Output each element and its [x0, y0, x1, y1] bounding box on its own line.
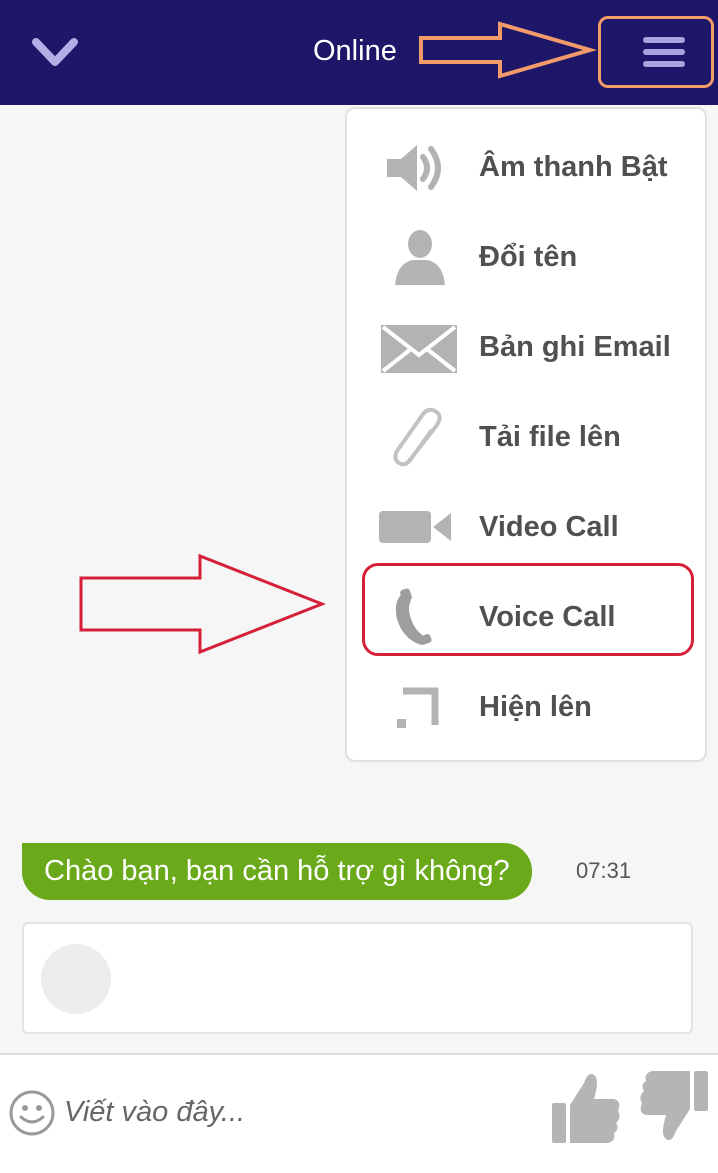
status-title: Online: [313, 35, 397, 67]
menu-item-email-transcript[interactable]: Bản ghi Email: [347, 307, 705, 387]
chevron-down-icon: [32, 38, 78, 66]
smiley-icon: [9, 1090, 55, 1136]
user-icon: [395, 230, 445, 285]
menu-item-label: Đổi tên: [479, 241, 578, 273]
envelope-icon: [381, 325, 457, 373]
popout-icon: [397, 687, 439, 728]
options-menu: Âm thanh Bật Đổi tên Bản ghi Email Tải f…: [345, 107, 707, 762]
menu-item-label: Bản ghi Email: [479, 331, 671, 363]
menu-item-popout[interactable]: Hiện lên: [347, 667, 705, 747]
menu-item-video-call[interactable]: Video Call: [347, 487, 705, 567]
chat-header: Online: [0, 0, 718, 105]
menu-item-label: Âm thanh Bật: [479, 151, 668, 183]
menu-button[interactable]: [598, 16, 714, 88]
hamburger-bar: [643, 61, 685, 67]
menu-item-label: Tải file lên: [479, 421, 621, 453]
video-camera-icon: [379, 511, 451, 543]
menu-item-upload-file[interactable]: Tải file lên: [347, 397, 705, 477]
paperclip-icon: [393, 407, 442, 467]
typing-card: [22, 922, 693, 1034]
menu-item-label: Video Call: [479, 511, 619, 543]
thumbs-down-button[interactable]: [636, 1067, 712, 1147]
chat-message-bubble: Chào bạn, bạn cần hỗ trợ gì không?: [22, 843, 532, 900]
menu-item-label: Hiện lên: [479, 691, 592, 723]
menu-item-rename[interactable]: Đổi tên: [347, 217, 705, 297]
message-input-bar: [0, 1053, 718, 1173]
message-timestamp: 07:31: [576, 858, 632, 883]
annotation-arrow-icon: [419, 21, 598, 79]
hamburger-bar: [643, 49, 685, 55]
annotation-highlight-box: [362, 563, 694, 656]
speaker-icon: [387, 145, 441, 191]
thumbs-down-icon: [640, 1071, 708, 1140]
avatar: [41, 944, 111, 1014]
collapse-button[interactable]: [30, 36, 80, 70]
message-input[interactable]: [64, 1087, 534, 1137]
menu-item-sound[interactable]: Âm thanh Bật: [347, 127, 705, 207]
thumbs-up-icon: [552, 1074, 620, 1143]
emoji-button[interactable]: [8, 1089, 56, 1137]
hamburger-bar: [643, 37, 685, 43]
thumbs-up-button[interactable]: [548, 1067, 624, 1147]
annotation-arrow-icon: [79, 553, 327, 655]
